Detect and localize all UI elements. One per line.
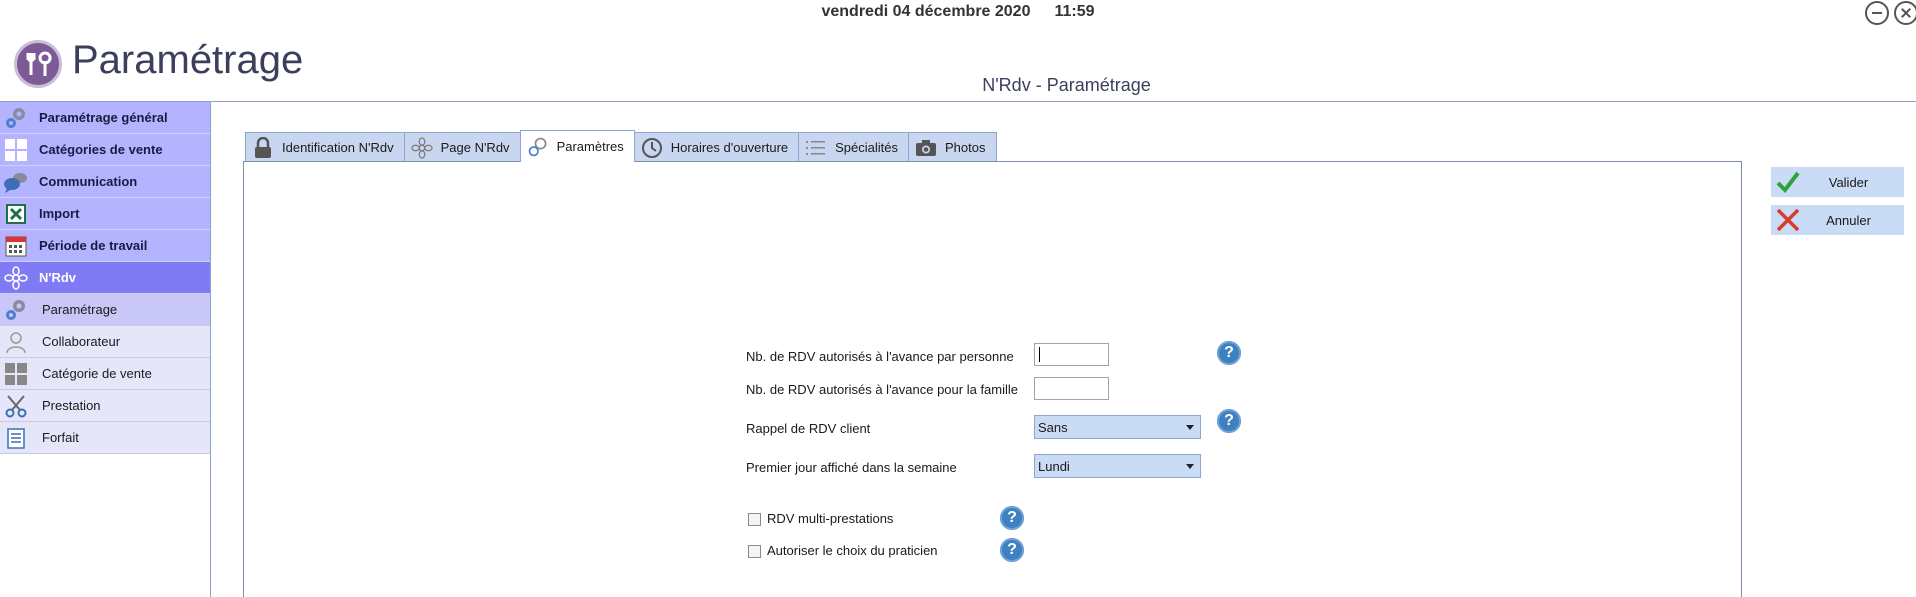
grid-icon xyxy=(0,134,32,166)
sidebar-item-import[interactable]: Import xyxy=(0,198,210,230)
sidebar-item-label: Communication xyxy=(39,174,138,189)
tab-label: Identification N'Rdv xyxy=(282,140,394,155)
tab-page-nrdv[interactable]: Page N'Rdv xyxy=(403,132,521,162)
sidebar-item-label: Catégories de vente xyxy=(39,142,163,157)
tab-parametres[interactable]: Paramètres xyxy=(519,130,635,162)
tab-identification-nrdv[interactable]: Identification N'Rdv xyxy=(245,132,405,162)
clock-icon xyxy=(641,137,663,159)
checkmark-icon xyxy=(1771,167,1805,197)
camera-icon xyxy=(915,137,937,159)
list-icon xyxy=(805,137,827,159)
rdv-person-input[interactable] xyxy=(1034,343,1109,366)
gears-icon xyxy=(0,294,32,326)
sidebar-item-label: Paramétrage général xyxy=(39,110,168,125)
calendar-icon xyxy=(0,230,32,262)
sidebar: Paramétrage général Catégories de vente … xyxy=(0,102,211,597)
sidebar-item-label: Import xyxy=(39,206,80,221)
help-icon[interactable]: ? xyxy=(1000,506,1024,530)
tab-specialites[interactable]: Spécialités xyxy=(798,132,910,162)
sidebar-subitem-label: Paramétrage xyxy=(42,302,118,317)
tools-icon xyxy=(26,51,52,76)
cancel-label: Annuler xyxy=(1826,212,1871,228)
datetime-display: vendredi 04 décembre 2020 11:59 xyxy=(0,3,1916,21)
sidebar-subitem-label: Prestation xyxy=(42,398,101,413)
list-icon xyxy=(0,422,32,454)
chevron-down-icon xyxy=(1186,425,1194,430)
time-label: 11:59 xyxy=(1054,3,1095,20)
date-label: vendredi 04 décembre 2020 xyxy=(821,3,1031,20)
scissors-icon xyxy=(0,390,32,422)
multi-prestations-checkbox[interactable] xyxy=(748,513,761,526)
sidebar-item-label: Période de travail xyxy=(39,238,148,253)
close-button[interactable] xyxy=(1894,1,1916,25)
page-subtitle: N'Rdv - Paramétrage xyxy=(982,75,1151,95)
reminder-label: Rappel de RDV client xyxy=(746,421,871,436)
tab-label: Paramètres xyxy=(556,139,624,154)
cancel-button[interactable]: Annuler xyxy=(1771,205,1904,235)
lock-icon xyxy=(252,136,274,159)
first-day-label: Premier jour affiché dans la semaine xyxy=(746,460,957,475)
sidebar-item-label: N'Rdv xyxy=(39,270,77,285)
multi-prestations-label: RDV multi-prestations xyxy=(767,511,894,526)
tab-photos[interactable]: Photos xyxy=(908,132,997,162)
help-icon[interactable]: ? xyxy=(1000,538,1024,562)
minimize-button[interactable] xyxy=(1865,1,1889,25)
rdv-person-label: Nb. de RDV autorisés à l'avance par pers… xyxy=(746,349,1014,364)
first-day-value: Lundi xyxy=(1038,459,1070,474)
help-icon[interactable]: ? xyxy=(1217,409,1241,433)
header-divider xyxy=(0,101,1916,102)
tab-bar: Identification N'Rdv Page N'Rdv Paramètr… xyxy=(245,130,997,162)
rdv-family-input[interactable] xyxy=(1034,377,1109,400)
first-day-select[interactable]: Lundi xyxy=(1034,454,1201,478)
sidebar-subitem-prestation[interactable]: Prestation xyxy=(0,390,210,422)
practitioner-choice-checkbox[interactable] xyxy=(748,545,761,558)
tab-label: Spécialités xyxy=(835,140,899,155)
tab-label: Horaires d'ouverture xyxy=(670,140,789,155)
tab-panel-parametres xyxy=(243,161,1742,597)
flower-icon xyxy=(0,262,32,294)
sidebar-item-communication[interactable]: Communication xyxy=(0,166,210,198)
sidebar-subitem-categorie-de-vente[interactable]: Catégorie de vente xyxy=(0,358,210,390)
validate-button[interactable]: Valider xyxy=(1771,167,1904,197)
app-window: vendredi 04 décembre 2020 11:59 Paramétra… xyxy=(0,0,1916,597)
practitioner-choice-label: Autoriser le choix du praticien xyxy=(767,543,938,558)
sidebar-subitem-collaborateur[interactable]: Collaborateur xyxy=(0,326,210,358)
help-icon[interactable]: ? xyxy=(1217,341,1241,365)
chat-bubbles-icon xyxy=(0,166,32,198)
sidebar-subitem-forfait[interactable]: Forfait xyxy=(0,422,210,454)
sidebar-item-nrdv[interactable]: N'Rdv xyxy=(0,262,210,294)
reminder-select[interactable]: Sans xyxy=(1034,415,1201,439)
grid-icon xyxy=(0,358,32,390)
sidebar-subitem-parametrage[interactable]: Paramétrage xyxy=(0,294,210,326)
tab-horaires-ouverture[interactable]: Horaires d'ouverture xyxy=(633,132,800,162)
chevron-down-icon xyxy=(1186,464,1194,469)
validate-label: Valider xyxy=(1828,174,1869,190)
tab-label: Photos xyxy=(945,140,986,155)
sidebar-item-categories-de-vente[interactable]: Catégories de vente xyxy=(0,134,210,166)
excel-icon xyxy=(0,198,32,230)
sidebar-subitem-label: Catégorie de vente xyxy=(42,366,152,381)
close-icon xyxy=(1771,205,1805,235)
sidebar-item-periode-de-travail[interactable]: Période de travail xyxy=(0,230,210,262)
reminder-value: Sans xyxy=(1038,420,1068,435)
sidebar-subitem-label: Collaborateur xyxy=(42,334,121,349)
tab-label: Page N'Rdv xyxy=(440,140,510,155)
gears-icon xyxy=(527,136,549,158)
gears-icon xyxy=(0,102,32,134)
sidebar-item-parametrage-general[interactable]: Paramétrage général xyxy=(0,102,210,134)
sidebar-subitem-label: Forfait xyxy=(42,430,79,445)
user-icon xyxy=(0,326,32,358)
rdv-family-label: Nb. de RDV autorisés à l'avance pour la … xyxy=(746,382,1019,397)
flower-icon xyxy=(410,136,433,159)
